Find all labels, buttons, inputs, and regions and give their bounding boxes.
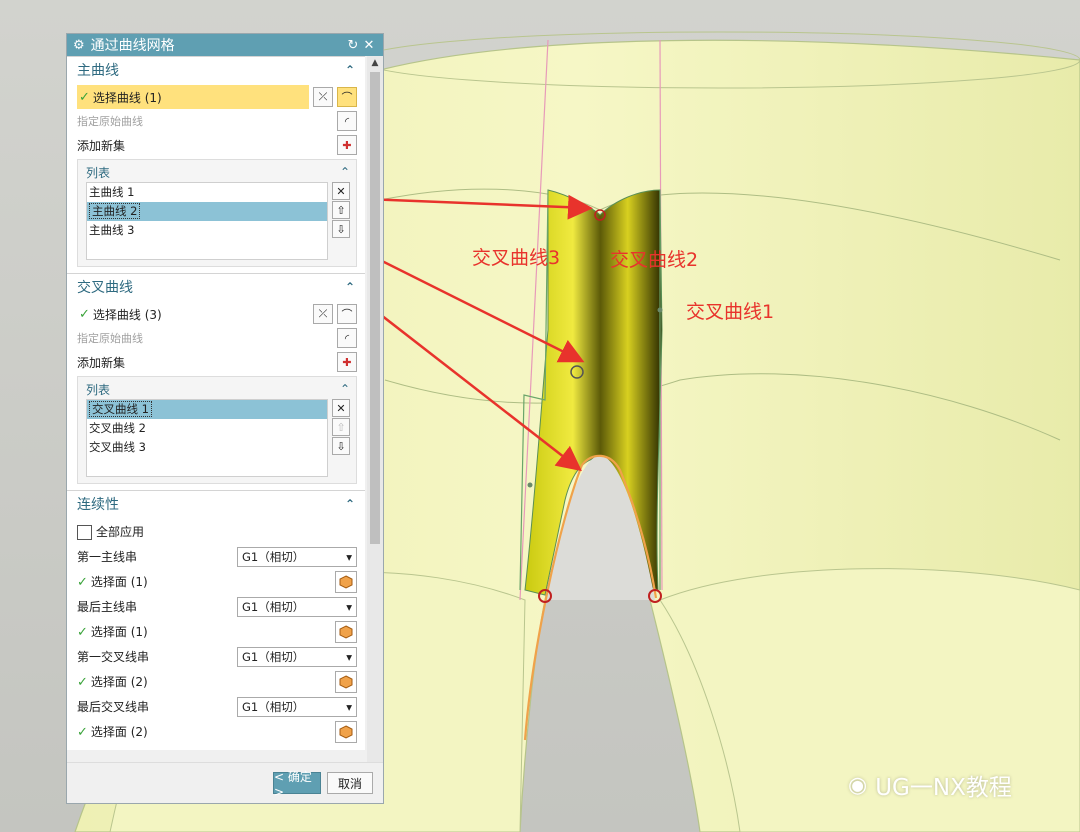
section-continuity-body: 全部应用 第一主线串 G1（相切） ▾ ✓ 选择面 (1) 最后主线串 G1（相切）… (67, 517, 365, 750)
continuity-label: 最后主线串 (77, 600, 138, 614)
continuity-label: 最后交叉线串 (77, 700, 150, 714)
face-cube-icon[interactable] (335, 720, 357, 743)
point-a (657, 307, 663, 313)
primary-list-panel: 列表 ⌃ 主曲线 1 主曲线 2 主曲线 3 ✕ ⇧ ⇩ (77, 159, 357, 267)
point-b (527, 482, 533, 488)
section-cross-title: 交叉曲线 (77, 280, 133, 296)
move-down-icon[interactable]: ⇩ (332, 220, 350, 238)
section-continuity-title: 连续性 (77, 497, 119, 513)
primary-select-label: 选择曲线 (1) (92, 90, 162, 105)
cross-list: 交叉曲线 1 交叉曲线 2 交叉曲线 3 (86, 399, 328, 477)
section-continuity-header[interactable]: 连续性 ⌃ (67, 490, 365, 517)
primary-add-set-label: 添加新集 (77, 138, 126, 153)
primary-origin-label: 指定原始曲线 (77, 115, 143, 128)
dropdown-arrow-icon: ▾ (346, 599, 352, 614)
remove-icon[interactable]: ✕ (332, 399, 350, 417)
continuity-dropdown[interactable]: G1（相切） ▾ (237, 646, 357, 667)
cross-select-label: 选择曲线 (3) (92, 307, 162, 322)
list-item[interactable]: 交叉曲线 2 (87, 419, 327, 438)
primary-list-header: 列表 (86, 165, 111, 180)
dialog-title: 通过曲线网格 (90, 38, 175, 54)
list-item[interactable]: 主曲线 2 (87, 202, 327, 221)
face-select[interactable]: ✓ 选择面 (2) (77, 723, 148, 740)
cross-origin-label: 指定原始曲线 (77, 332, 143, 345)
face-select[interactable]: ✓ 选择面 (1) (77, 623, 148, 640)
annotation-cross1: 交叉曲线1 (686, 301, 775, 323)
face-select[interactable]: ✓ 选择面 (2) (77, 673, 148, 690)
watermark: ◉ UG一NX教程 (848, 768, 1012, 802)
deselect-icon[interactable]: ⤫ (313, 87, 333, 107)
face-cube-icon[interactable] (335, 620, 357, 643)
section-primary-header[interactable]: 主曲线 ⌃ (67, 56, 365, 83)
gear-icon: ⚙ (73, 37, 85, 53)
close-icon[interactable]: ✕ (361, 38, 377, 53)
face-select[interactable]: ✓ 选择面 (1) (77, 573, 148, 590)
primary-list: 主曲线 1 主曲线 2 主曲线 3 (86, 182, 328, 260)
origin-curve-icon[interactable]: ◜ (337, 328, 357, 348)
section-primary-title: 主曲线 (77, 63, 119, 79)
chevron-up-icon[interactable]: ⌃ (345, 280, 355, 294)
list-item[interactable]: 交叉曲线 3 (87, 438, 327, 457)
section-cross-header[interactable]: 交叉曲线 ⌃ (67, 273, 365, 300)
list-item[interactable]: 交叉曲线 1 (87, 400, 327, 419)
deselect-icon[interactable]: ⤫ (313, 304, 333, 324)
chevron-up-icon[interactable]: ⌃ (345, 63, 355, 77)
cross-list-panel: 列表 ⌃ 交叉曲线 1 交叉曲线 2 交叉曲线 3 ✕ ⇧ ⇩ (77, 376, 357, 484)
add-set-icon[interactable]: ✚ (337, 352, 357, 372)
cross-add-set-label: 添加新集 (77, 355, 126, 370)
apply-all-checkbox[interactable]: 全部应用 (77, 523, 144, 540)
dialog-content: 主曲线 ⌃ ✓ 选择曲线 (1) ⤫ ⌒ 指定原始曲线 ◜ 添加新集 ✚ 列表 … (67, 56, 365, 792)
curve-rule-icon[interactable]: ⌒ (337, 304, 357, 324)
continuity-label: 第一主线串 (77, 550, 138, 564)
section-primary-body: ✓ 选择曲线 (1) ⤫ ⌒ 指定原始曲线 ◜ 添加新集 ✚ 列表 ⌃ 主曲线 … (67, 83, 365, 273)
scroll-thumb[interactable] (370, 72, 380, 544)
primary-select-curve[interactable]: ✓ 选择曲线 (1) (77, 85, 309, 109)
face-cube-icon[interactable] (335, 570, 357, 593)
watermark-text: UG一NX教程 (875, 775, 1012, 801)
check-icon: ✓ (79, 89, 90, 105)
cancel-button[interactable]: 取消 (327, 772, 373, 794)
remove-icon[interactable]: ✕ (332, 182, 350, 200)
cross-select-curve[interactable]: ✓ 选择曲线 (3) (77, 302, 309, 326)
cross-list-header: 列表 (86, 382, 111, 397)
curve-rule-icon[interactable]: ⌒ (337, 87, 357, 107)
origin-curve-icon[interactable]: ◜ (337, 111, 357, 131)
continuity-dropdown[interactable]: G1（相切） ▾ (237, 696, 357, 717)
face-cube-icon[interactable] (335, 670, 357, 693)
chevron-up-icon[interactable]: ⌃ (340, 165, 350, 179)
continuity-dropdown[interactable]: G1（相切） ▾ (237, 596, 357, 617)
dropdown-arrow-icon: ▾ (346, 649, 352, 664)
section-cross-body: ✓ 选择曲线 (3) ⤫ ⌒ 指定原始曲线 ◜ 添加新集 ✚ 列表 ⌃ 交叉曲线… (67, 300, 365, 490)
annotation-cross2: 交叉曲线2 (610, 249, 699, 271)
reset-icon[interactable]: ↻ (345, 38, 361, 53)
list-item[interactable]: 主曲线 1 (87, 183, 327, 202)
scroll-up-icon[interactable]: ▲ (367, 56, 383, 70)
dropdown-arrow-icon: ▾ (346, 549, 352, 564)
dropdown-arrow-icon: ▾ (346, 699, 352, 714)
move-up-icon[interactable]: ⇧ (332, 418, 350, 436)
ok-button[interactable]: < 确定 > (273, 770, 321, 799)
chevron-up-icon[interactable]: ⌃ (340, 382, 350, 396)
annotation-cross3: 交叉曲线3 (472, 247, 561, 269)
mesh-dialog: ⚙ 通过曲线网格 ↻ ✕ 主曲线 ⌃ ✓ 选择曲线 (1) ⤫ ⌒ 指定原始曲线… (66, 33, 384, 804)
add-set-icon[interactable]: ✚ (337, 135, 357, 155)
dialog-scrollbar[interactable]: ▲ (367, 56, 383, 792)
wechat-icon: ◉ (848, 772, 868, 798)
continuity-label: 第一交叉线串 (77, 650, 150, 664)
dialog-footer: < 确定 > 取消 (67, 762, 383, 803)
list-item[interactable]: 主曲线 3 (87, 221, 327, 240)
check-icon: ✓ (79, 306, 90, 322)
continuity-dropdown[interactable]: G1（相切） ▾ (237, 546, 357, 567)
move-down-icon[interactable]: ⇩ (332, 437, 350, 455)
move-up-icon[interactable]: ⇧ (332, 201, 350, 219)
dialog-titlebar[interactable]: ⚙ 通过曲线网格 ↻ ✕ (67, 34, 383, 56)
chevron-up-icon[interactable]: ⌃ (345, 497, 355, 511)
